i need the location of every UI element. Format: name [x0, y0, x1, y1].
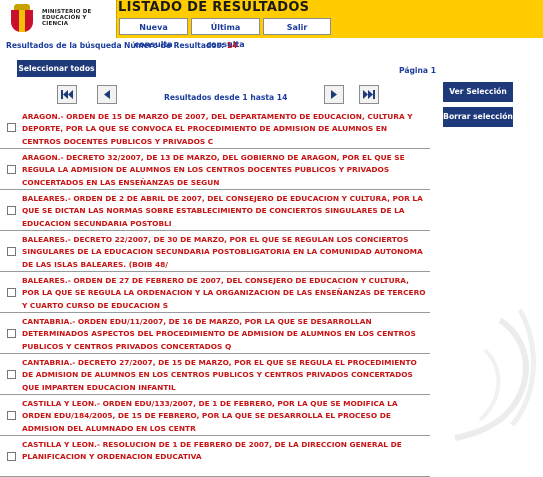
- result-link[interactable]: BALEARES.- DECRETO 22/2007, DE 30 DE MAR…: [22, 234, 427, 271]
- ministry-name: MINISTERIO DE EDUCACIÓN Y CIENCIA: [42, 9, 92, 27]
- view-selection-button[interactable]: Ver Selección: [443, 82, 513, 102]
- result-link[interactable]: ARAGON.- DECRETO 32/2007, DE 13 DE MARZO…: [22, 152, 427, 189]
- results-list: ARAGON.- ORDEN DE 15 DE MARZO DE 2007, D…: [0, 108, 430, 477]
- page-indicator: Página 1: [399, 66, 436, 75]
- first-page-button[interactable]: [57, 85, 77, 104]
- last-page-icon: [363, 90, 375, 99]
- page-title: LISTADO DE RESULTADOS: [118, 0, 310, 15]
- result-link[interactable]: BALEARES.- ORDEN DE 27 DE FEBRERO DE 200…: [22, 275, 427, 312]
- exit-button[interactable]: Salir: [263, 18, 331, 35]
- result-item: ARAGON.- DECRETO 32/2007, DE 13 DE MARZO…: [0, 149, 430, 190]
- clear-selection-button[interactable]: Borrar selección: [443, 107, 513, 127]
- result-checkbox[interactable]: [7, 329, 16, 338]
- result-item: CASTILLA Y LEON.- ORDEN EDU/133/2007, DE…: [0, 395, 430, 436]
- last-search-button[interactable]: Última consulta: [191, 18, 260, 49]
- result-item: CANTABRIA.- DECRETO 27/2007, DE 15 DE MA…: [0, 354, 430, 395]
- last-page-button[interactable]: [359, 85, 379, 104]
- result-link[interactable]: CASTILLA Y LEON.- ORDEN EDU/133/2007, DE…: [22, 398, 427, 435]
- result-checkbox[interactable]: [7, 165, 16, 174]
- result-link[interactable]: ARAGON.- ORDEN DE 15 DE MARZO DE 2007, D…: [22, 111, 427, 148]
- results-count: Número de Resultados: 14: [124, 41, 237, 50]
- header-bar: MINISTERIO DE EDUCACIÓN Y CIENCIA LISTAD…: [0, 0, 543, 49]
- result-item: BALEARES.- ORDEN DE 27 DE FEBRERO DE 200…: [0, 272, 430, 313]
- result-item: CASTILLA Y LEON.- RESOLUCION DE 1 DE FEB…: [0, 436, 430, 477]
- result-item: ARAGON.- ORDEN DE 15 DE MARZO DE 2007, D…: [0, 108, 430, 149]
- result-checkbox[interactable]: [7, 247, 16, 256]
- new-search-button[interactable]: Nueva consulta: [119, 18, 188, 49]
- result-checkbox[interactable]: [7, 452, 16, 461]
- result-link[interactable]: BALEARES.- ORDEN DE 2 DE ABRIL DE 2007, …: [22, 193, 427, 230]
- results-count-label: Número de Resultados:: [124, 41, 225, 50]
- search-results-label: Resultados de la búsqueda: [6, 41, 122, 50]
- decorative-flame-watermark: [454, 308, 536, 441]
- results-range: Resultados desde 1 hasta 14: [164, 93, 288, 102]
- previous-page-button[interactable]: [97, 85, 117, 104]
- results-count-value: 14: [226, 41, 238, 50]
- result-checkbox[interactable]: [7, 123, 16, 132]
- next-page-icon: [331, 90, 337, 99]
- result-link[interactable]: CANTABRIA.- ORDEN EDU/11/2007, DE 16 DE …: [22, 316, 427, 353]
- previous-page-icon: [104, 90, 110, 99]
- first-page-icon: [61, 90, 73, 99]
- result-checkbox[interactable]: [7, 288, 16, 297]
- result-checkbox[interactable]: [7, 206, 16, 215]
- result-checkbox[interactable]: [7, 411, 16, 420]
- next-page-button[interactable]: [324, 85, 344, 104]
- result-item: BALEARES.- DECRETO 22/2007, DE 30 DE MAR…: [0, 231, 430, 272]
- coat-of-arms-icon: [8, 4, 36, 34]
- ministry-logo: MINISTERIO DE EDUCACIÓN Y CIENCIA: [0, 0, 117, 38]
- result-link[interactable]: CASTILLA Y LEON.- RESOLUCION DE 1 DE FEB…: [22, 439, 427, 464]
- result-link[interactable]: CANTABRIA.- DECRETO 27/2007, DE 15 DE MA…: [22, 357, 427, 394]
- result-checkbox[interactable]: [7, 370, 16, 379]
- result-item: BALEARES.- ORDEN DE 2 DE ABRIL DE 2007, …: [0, 190, 430, 231]
- result-item: CANTABRIA.- ORDEN EDU/11/2007, DE 16 DE …: [0, 313, 430, 354]
- select-all-button[interactable]: Seleccionar todos: [17, 60, 96, 77]
